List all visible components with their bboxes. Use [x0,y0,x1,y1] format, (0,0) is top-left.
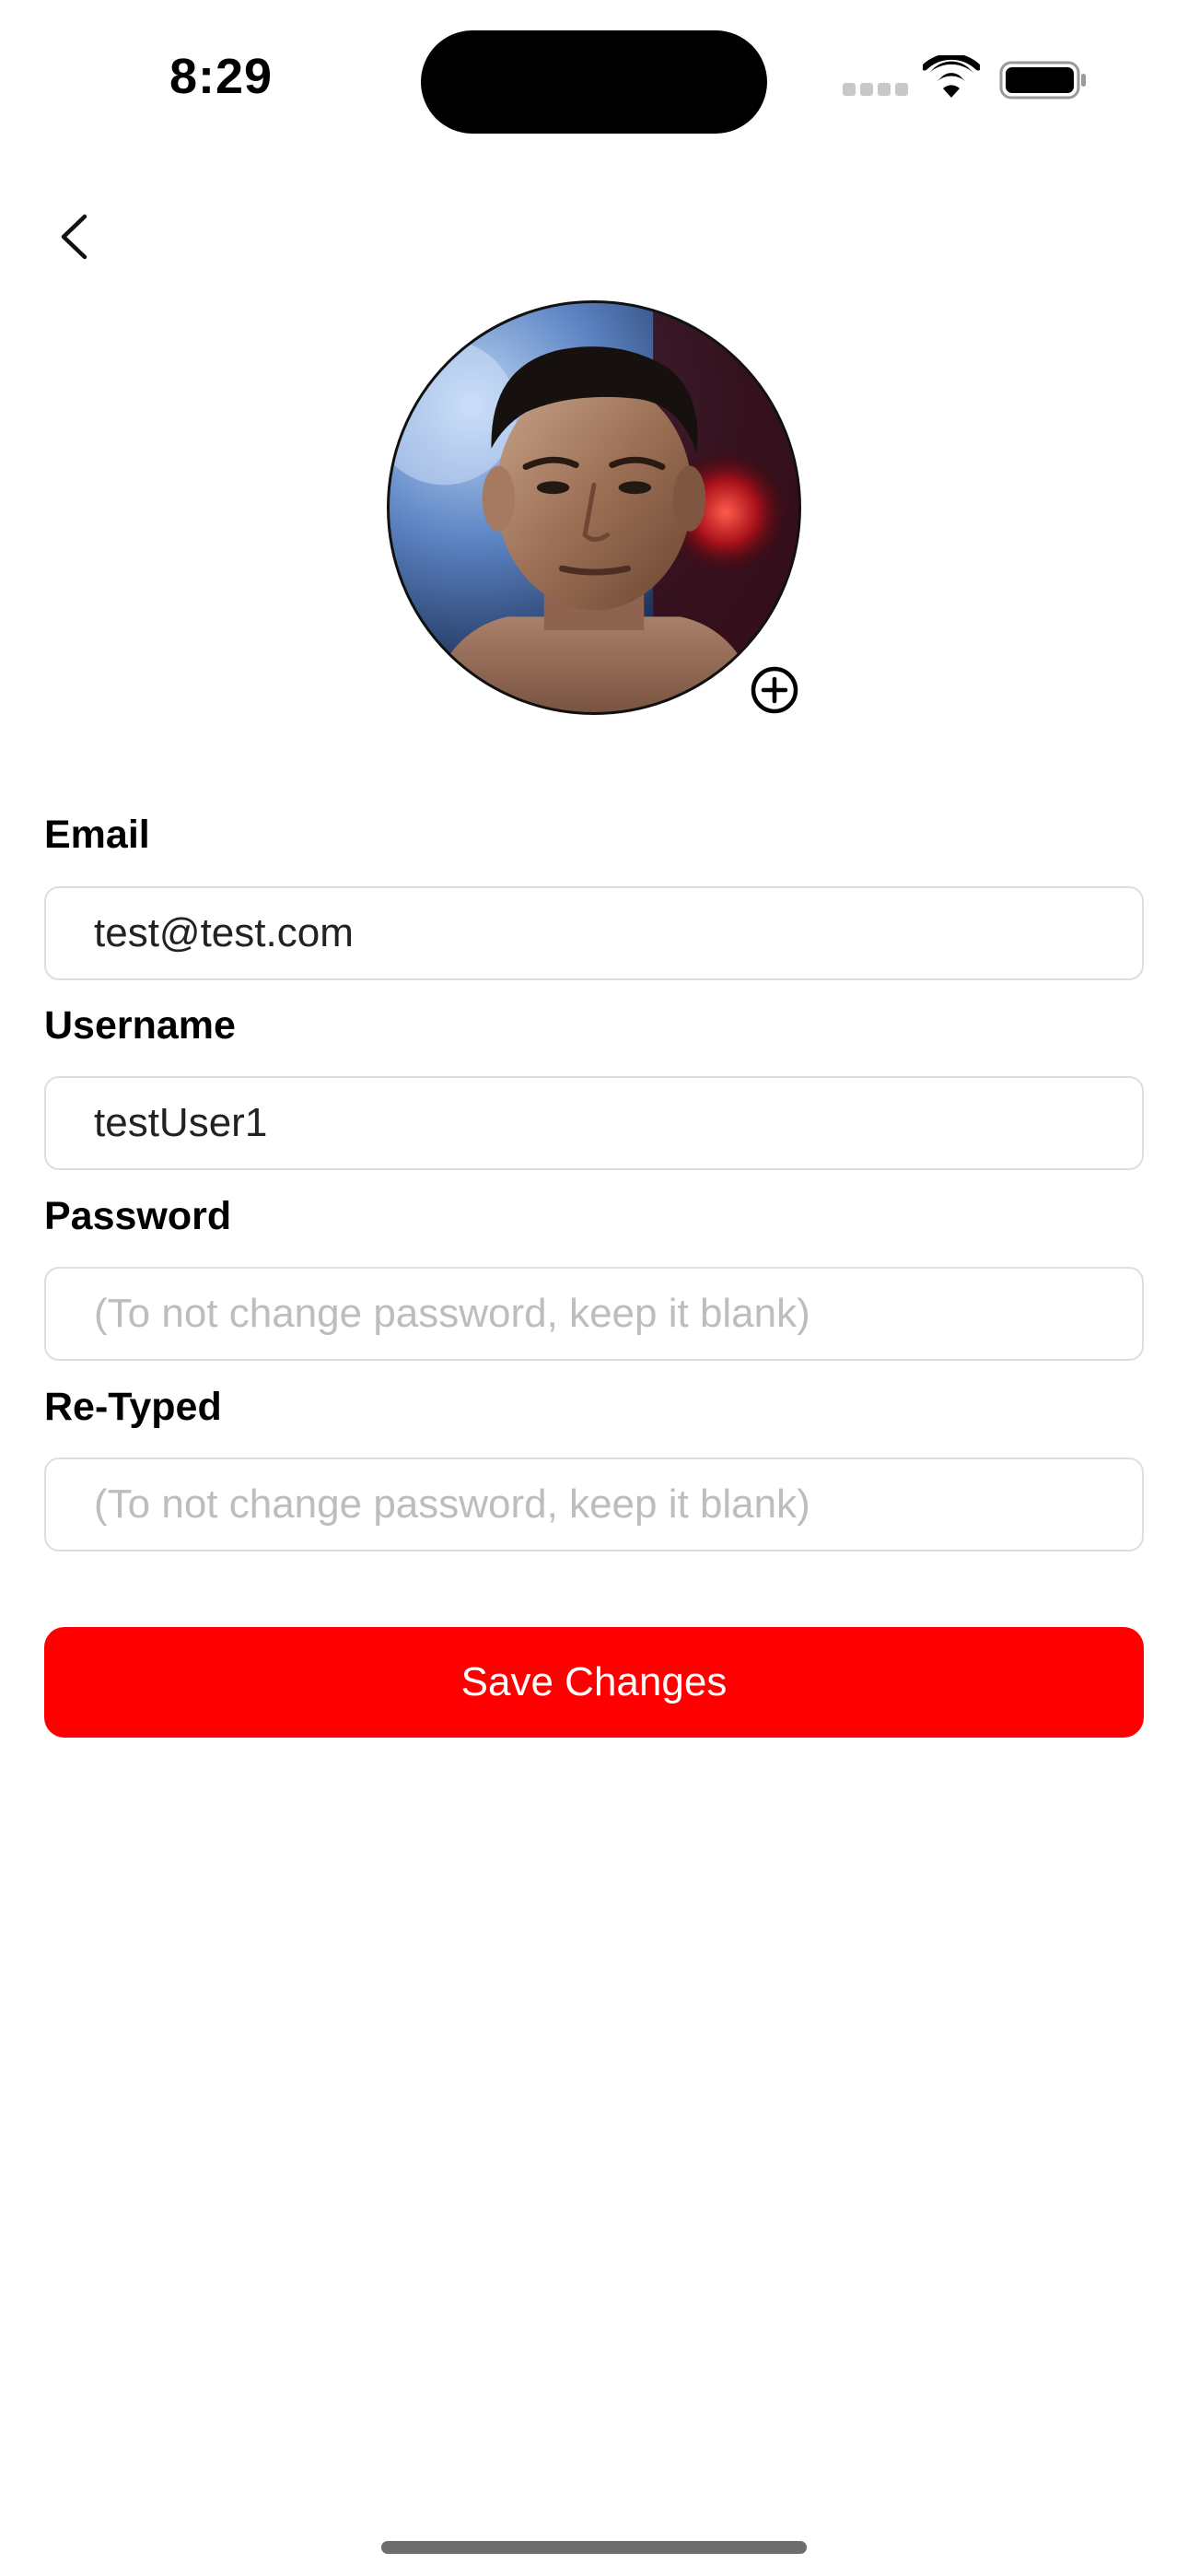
plus-circle-icon[interactable] [750,665,799,715]
email-label: Email [44,813,150,857]
profile-photo [390,303,798,712]
retyped-password-field[interactable] [44,1458,1144,1551]
wifi-icon [923,55,980,98]
avatar[interactable] [387,300,801,715]
status-time: 8:29 [169,49,274,104]
home-indicator [381,2541,807,2554]
username-label: Username [44,1003,236,1048]
email-field[interactable] [44,886,1144,980]
save-changes-button[interactable]: Save Changes [44,1627,1144,1738]
dynamic-island [421,30,767,134]
cellular-signal-icon [843,83,908,96]
back-button[interactable] [44,205,103,269]
retyped-label: Re-Typed [44,1385,222,1429]
username-field[interactable] [44,1076,1144,1170]
password-label: Password [44,1194,232,1238]
chevron-left-icon [61,214,87,260]
password-field[interactable] [44,1267,1144,1361]
battery-icon [999,61,1086,100]
